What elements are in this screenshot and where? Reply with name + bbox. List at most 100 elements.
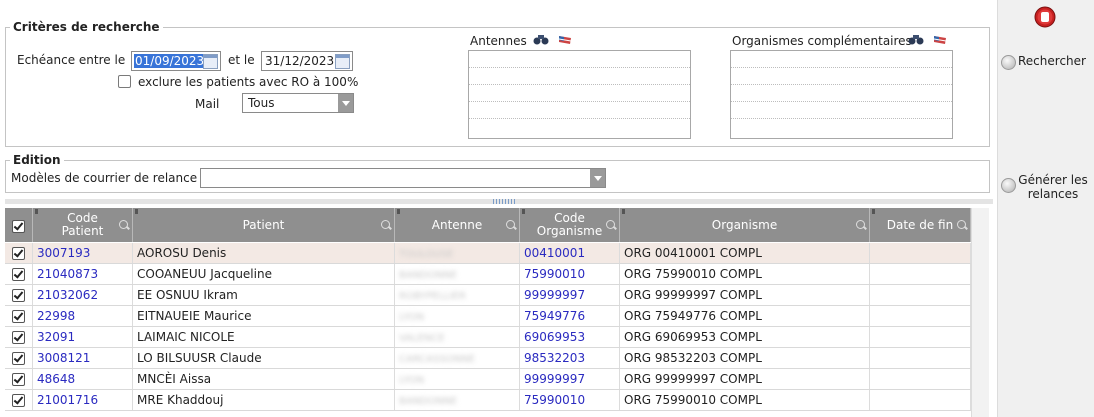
table-row[interactable]: 21040873 COOANEUU Jacqueline BANDONNE 75990… <box>5 264 971 285</box>
row-checkbox[interactable] <box>12 394 25 407</box>
search-icon[interactable] <box>856 220 865 229</box>
modeles-select[interactable] <box>200 168 606 188</box>
generer-radio-icon[interactable] <box>1001 178 1016 193</box>
antennes-list[interactable] <box>468 50 691 139</box>
cell-code-patient-text: 32091 <box>37 330 76 344</box>
search-icon[interactable] <box>606 220 615 229</box>
rechercher-button[interactable]: Rechercher <box>1018 54 1086 68</box>
table-row[interactable]: 32091 LAIMAIC NICOLE VALENCE 69069953 ORG 69… <box>5 327 971 348</box>
cell-code-patient[interactable]: 48648 <box>33 369 133 389</box>
row-checkbox[interactable] <box>12 268 25 281</box>
table-row[interactable]: 48648 MNCÈI Aissa LYON 99999997 ORG 99999997… <box>5 369 971 390</box>
cell-code-organisme[interactable]: 00410001 <box>520 243 620 263</box>
cell-patient: AOROSU Denis <box>133 243 395 263</box>
row-checkbox[interactable] <box>12 310 25 323</box>
row-checkbox[interactable] <box>12 247 25 260</box>
cell-code-organisme[interactable]: 98532203 <box>520 348 620 368</box>
grid-scrollbar[interactable] <box>971 208 989 417</box>
date-to-input[interactable]: 31/12/2023 <box>261 51 353 71</box>
cell-code-organisme[interactable]: 99999997 <box>520 369 620 389</box>
cell-code-patient[interactable]: 3008121 <box>33 348 133 368</box>
col-patient[interactable]: Patient <box>133 208 395 242</box>
col-code-patient[interactable]: Code Patient <box>33 208 133 242</box>
search-icon[interactable] <box>119 220 128 229</box>
mail-select[interactable]: Tous <box>242 93 354 113</box>
flag-icon[interactable] <box>558 35 572 45</box>
table-row[interactable]: 3008121 LO BILSUUSR Claude CARCASSONNE 9853… <box>5 348 971 369</box>
cell-code-organisme[interactable]: 75990010 <box>520 264 620 284</box>
organismes-list[interactable] <box>730 50 953 139</box>
cell-code-organisme[interactable]: 75990010 <box>520 390 620 410</box>
col-code-organisme[interactable]: Code Organisme <box>520 208 620 242</box>
flag-icon[interactable] <box>933 35 947 45</box>
panel-splitter[interactable] <box>5 199 993 204</box>
binoculars-icon[interactable] <box>533 33 549 45</box>
row-select-cell <box>5 348 33 368</box>
rechercher-radio-icon[interactable] <box>1001 55 1016 70</box>
cell-code-patient[interactable]: 32091 <box>33 327 133 347</box>
cell-patient-text: LAIMAIC NICOLE <box>137 330 235 344</box>
search-icon[interactable] <box>506 220 515 229</box>
cell-patient: LO BILSUUSR Claude <box>133 348 395 368</box>
row-checkbox[interactable] <box>12 373 25 386</box>
calendar-icon[interactable] <box>335 54 350 69</box>
cell-antenne-text: BANDONNE <box>399 270 458 281</box>
search-icon[interactable] <box>381 220 390 229</box>
col-antenne[interactable]: Antenne <box>395 208 520 242</box>
cell-organisme: ORG 75990010 COMPL <box>620 264 870 284</box>
row-select-cell <box>5 369 33 389</box>
cell-code-patient[interactable]: 21032062 <box>33 285 133 305</box>
cell-code-patient-text: 48648 <box>37 372 76 386</box>
cell-date-fin <box>870 369 971 389</box>
chevron-down-icon[interactable] <box>590 169 605 187</box>
date-from-input[interactable]: 01/09/2023 <box>131 51 221 71</box>
table-row[interactable]: 21001716 MRE Khaddouj BANDONNE 75990010 ORG … <box>5 390 971 411</box>
col-date-fin[interactable]: Date de fin <box>870 208 971 242</box>
cell-code-organisme-text: 99999997 <box>524 372 586 386</box>
stop-hand-icon[interactable] <box>1034 6 1056 28</box>
cell-antenne-text: LYON <box>399 375 425 386</box>
row-checkbox[interactable] <box>12 352 25 365</box>
cell-antenne: LYON <box>395 306 520 326</box>
cell-patient: COOANEUU Jacqueline <box>133 264 395 284</box>
cell-date-fin <box>870 285 971 305</box>
col-organisme[interactable]: Organisme <box>620 208 870 242</box>
calendar-icon[interactable] <box>203 54 218 69</box>
cell-code-patient-text: 21001716 <box>37 393 99 407</box>
row-checkbox[interactable] <box>12 289 25 302</box>
chevron-down-icon[interactable] <box>338 94 353 112</box>
cell-code-organisme[interactable]: 75949776 <box>520 306 620 326</box>
table-row[interactable]: 3007193 AOROSU Denis TOULOUSE 00410001 ORG 0… <box>5 243 971 264</box>
edition-legend: Edition <box>13 153 61 167</box>
row-select-cell <box>5 264 33 284</box>
cell-patient-text: EITNAUEIE Maurice <box>137 309 252 323</box>
cell-organisme-text: ORG 75990010 COMPL <box>624 267 762 281</box>
exclude-ro-checkbox[interactable] <box>118 75 131 88</box>
table-row[interactable]: 22998 EITNAUEIE Maurice LYON 75949776 ORG 75… <box>5 306 971 327</box>
search-icon[interactable] <box>957 220 966 229</box>
cell-code-patient[interactable]: 22998 <box>33 306 133 326</box>
et-le-label: et le <box>228 53 255 67</box>
echeance-label: Echéance entre le <box>17 53 126 67</box>
select-all-header[interactable] <box>5 208 33 242</box>
cell-code-organisme-text: 98532203 <box>524 351 586 365</box>
cell-code-organisme[interactable]: 69069953 <box>520 327 620 347</box>
cell-code-patient[interactable]: 21040873 <box>33 264 133 284</box>
cell-antenne: BANDONNE <box>395 390 520 410</box>
cell-date-fin <box>870 327 971 347</box>
cell-code-organisme[interactable]: 99999997 <box>520 285 620 305</box>
row-select-cell <box>5 327 33 347</box>
generer-line1: Générer les <box>1018 173 1088 187</box>
select-all-checkbox[interactable] <box>12 220 25 233</box>
row-checkbox[interactable] <box>12 331 25 344</box>
generer-relances-button[interactable]: Générer les relances <box>1016 173 1090 201</box>
table-row[interactable]: 21032062 EE OSNUU Ikram ROBYPELLIER 9999999… <box>5 285 971 306</box>
splitter-grip[interactable] <box>493 199 515 204</box>
cell-code-patient[interactable]: 3007193 <box>33 243 133 263</box>
cell-code-patient-text: 21040873 <box>37 267 99 281</box>
cell-code-patient-text: 22998 <box>37 309 76 323</box>
cell-code-patient[interactable]: 21001716 <box>33 390 133 410</box>
row-select-cell <box>5 390 33 410</box>
generer-line2: relances <box>1027 187 1079 201</box>
binoculars-icon[interactable] <box>908 33 924 45</box>
